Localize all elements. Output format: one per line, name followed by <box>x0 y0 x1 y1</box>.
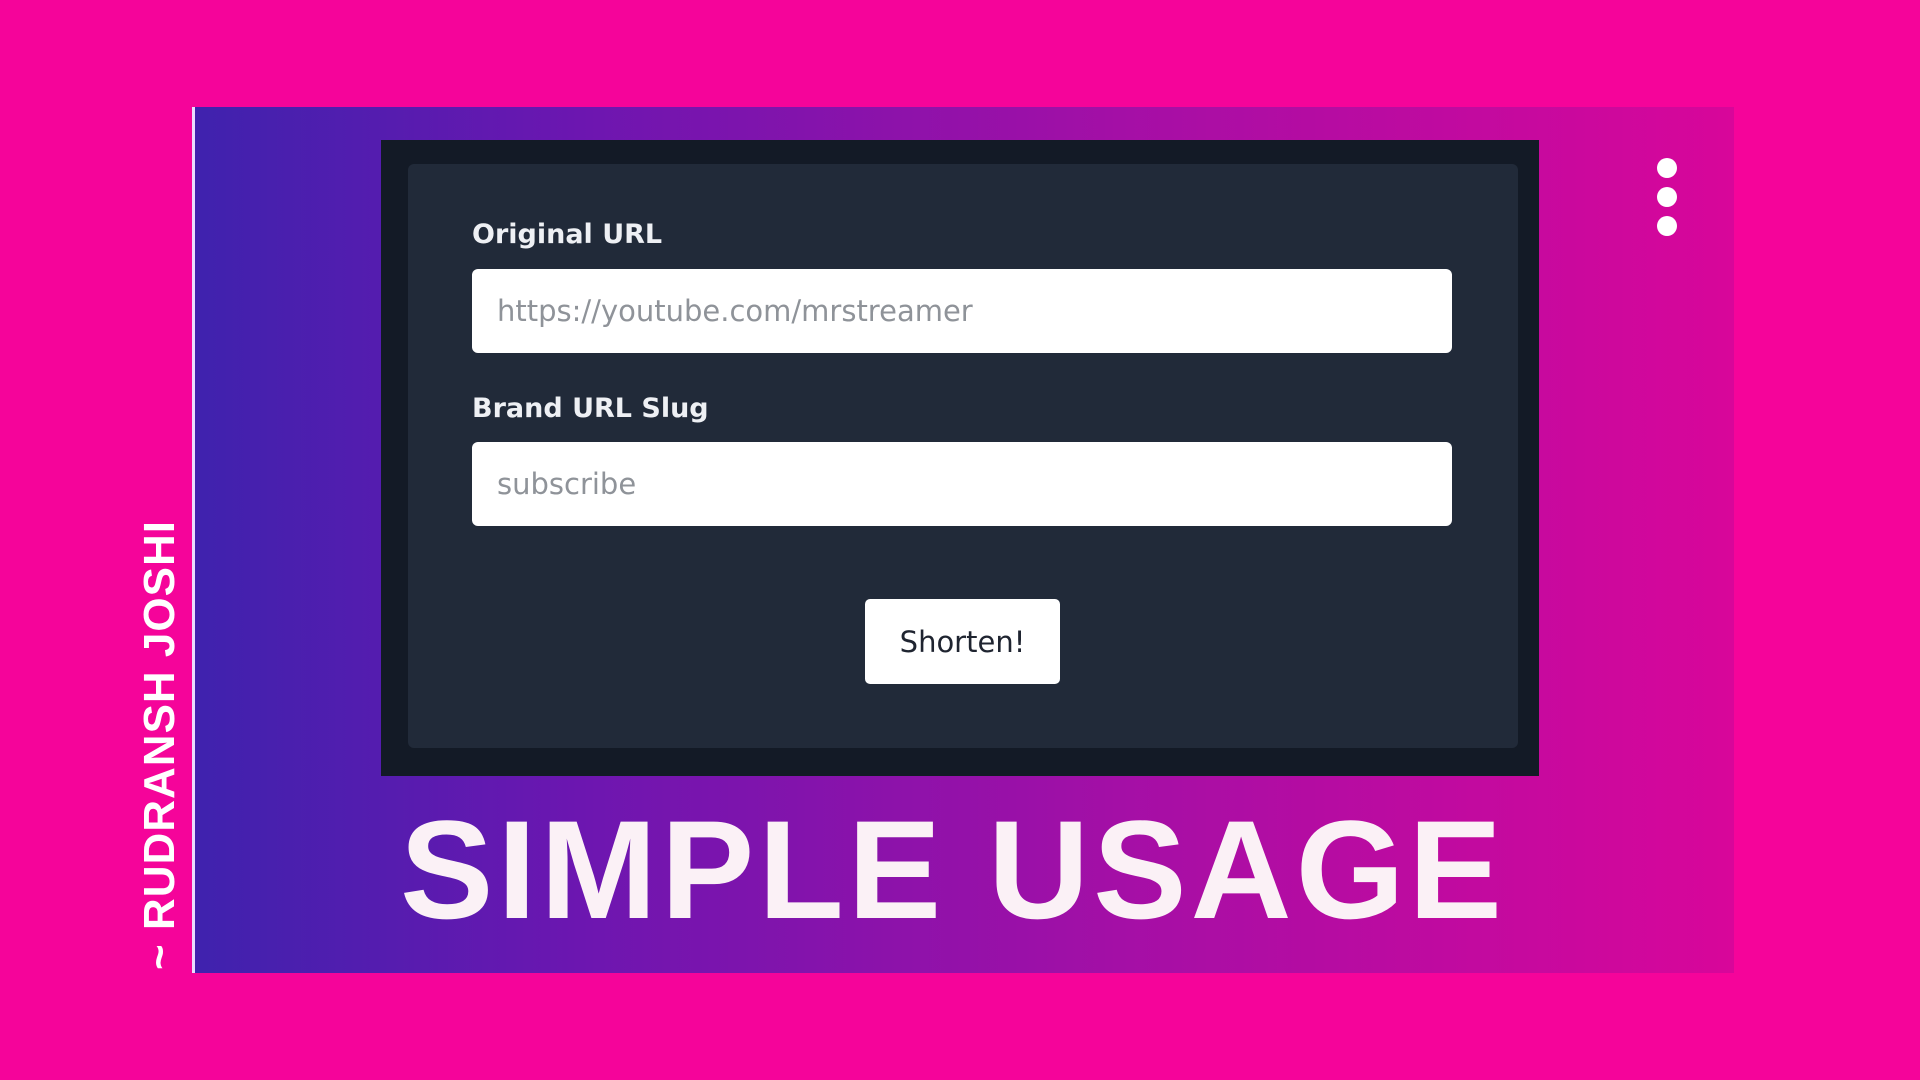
original-url-label: Original URL <box>472 219 663 250</box>
brand-slug-label: Brand URL Slug <box>472 393 709 424</box>
author-credit: ~ RUDRANSH JOSHI <box>135 520 184 970</box>
kebab-vertical-icon[interactable] <box>1655 158 1679 238</box>
thumbnail-stage: ~ RUDRANSH JOSHI Original URL Brand URL … <box>0 0 1920 1080</box>
kebab-dot <box>1657 158 1677 178</box>
shorten-button[interactable]: Shorten! <box>865 599 1060 684</box>
kebab-dot <box>1657 187 1677 207</box>
kebab-dot <box>1657 216 1677 236</box>
headline-title: SIMPLE USAGE <box>400 791 1506 948</box>
original-url-input[interactable] <box>472 269 1452 353</box>
brand-slug-input[interactable] <box>472 442 1452 526</box>
